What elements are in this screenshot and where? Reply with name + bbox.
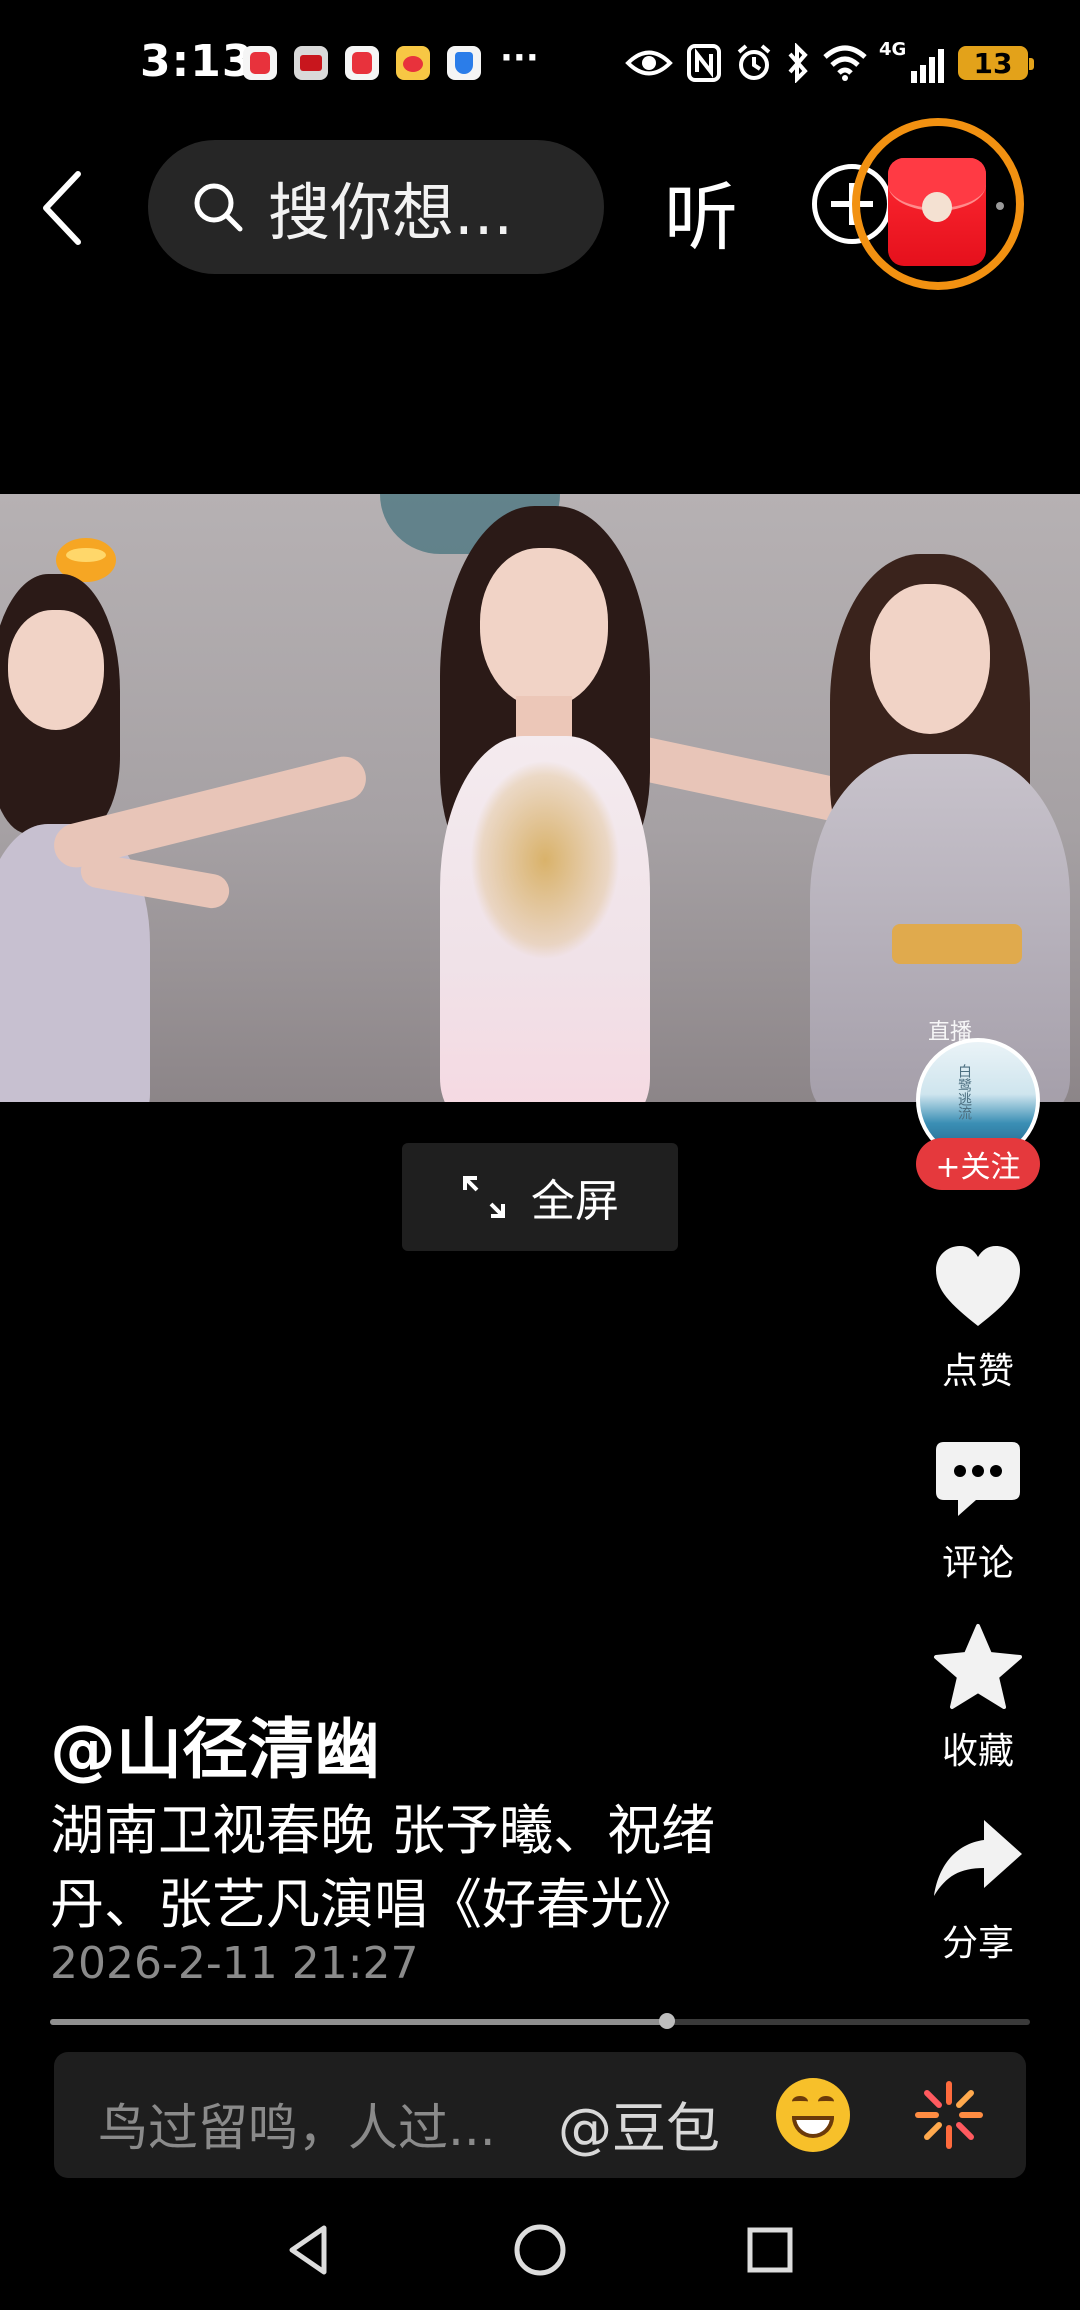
more-notifications-icon: ··· (500, 38, 539, 78)
status-time: 3:13 (140, 36, 254, 87)
video-caption: 湖南卫视春晚 张予曦、祝绪丹、张艺凡演唱《好春光》 (50, 1799, 716, 1936)
author-name[interactable]: @山径清幽 (50, 1696, 380, 1792)
system-navigation-bar (0, 2200, 1080, 2310)
progress-thumb[interactable] (659, 2013, 676, 2029)
nav-home-icon[interactable] (510, 2220, 570, 2280)
like-label: 点赞 (941, 1351, 1014, 1392)
favorite-label: 收藏 (941, 1731, 1014, 1772)
star-icon (934, 1624, 1022, 1709)
nav-back-icon[interactable] (280, 2220, 340, 2280)
comment-label: 评论 (941, 1543, 1014, 1584)
fullscreen-button[interactable]: 全屏 (402, 1143, 678, 1251)
network-type: 4G (879, 39, 907, 60)
notification-app-icon (345, 46, 379, 80)
expand-icon (463, 1176, 505, 1218)
gala-watermark-logo (892, 924, 1022, 964)
mention-doubao-button[interactable]: @豆包 (558, 2084, 720, 2163)
more-menu-icon[interactable] (996, 202, 1004, 210)
avatar-text: 白鹭逃流 (956, 1064, 972, 1120)
comment-icon (936, 1442, 1020, 1516)
status-bar: 3:13 ··· 4G 13 (0, 0, 1080, 120)
search-bar[interactable]: 搜你想... (148, 140, 604, 274)
nav-recents-icon[interactable] (740, 2220, 800, 2280)
nfc-icon (687, 44, 721, 82)
red-packet-seal (922, 192, 952, 222)
share-button[interactable]: 分享 (918, 1812, 1038, 1966)
video-feed-screen: 3:13 ··· 4G 13 搜你想... 听 直播 全屏 白鹭逃流 +关注 点… (0, 0, 1080, 2310)
listen-button[interactable]: 听 (664, 158, 738, 265)
search-placeholder: 搜你想... (268, 176, 514, 249)
wifi-icon (823, 45, 867, 81)
back-button[interactable] (38, 168, 88, 248)
sparkle-effect-icon[interactable] (912, 2078, 986, 2152)
progress-fill (50, 2019, 668, 2025)
notification-app-icon (243, 46, 277, 80)
status-icons: 4G 13 (625, 39, 1034, 86)
red-packet-icon[interactable] (888, 158, 986, 266)
share-arrow-icon (934, 1820, 1022, 1896)
comment-button[interactable]: 评论 (918, 1432, 1038, 1586)
video-player[interactable]: 直播 (0, 494, 1080, 1102)
comment-input[interactable]: 鸟过留鸣，人过... (98, 2088, 496, 2160)
search-icon (194, 183, 243, 232)
cellular-signal-icon: 4G (879, 39, 944, 83)
huawei-store-icon (294, 46, 328, 80)
playback-progress-bar[interactable] (50, 2013, 1030, 2029)
weibo-icon (396, 46, 430, 80)
post-timestamp: 2026-2-11 21:27 (50, 1938, 419, 1989)
favorite-button[interactable]: 收藏 (918, 1620, 1038, 1774)
eye-icon (625, 50, 673, 76)
shield-app-icon (447, 46, 481, 80)
like-button[interactable]: 点赞 (918, 1240, 1038, 1394)
center-performer (49, 500, 981, 1102)
follow-button[interactable]: +关注 (916, 1138, 1040, 1190)
fullscreen-label: 全屏 (531, 1176, 619, 1227)
share-label: 分享 (941, 1923, 1014, 1964)
battery-indicator: 13 (958, 46, 1034, 80)
laughing-emoji-icon[interactable] (776, 2078, 850, 2152)
bluetooth-icon (788, 43, 808, 83)
comment-input-bar[interactable]: 鸟过留鸣，人过... @豆包 (54, 2052, 1026, 2178)
heart-icon (936, 1246, 1020, 1326)
alarm-icon (737, 44, 771, 80)
